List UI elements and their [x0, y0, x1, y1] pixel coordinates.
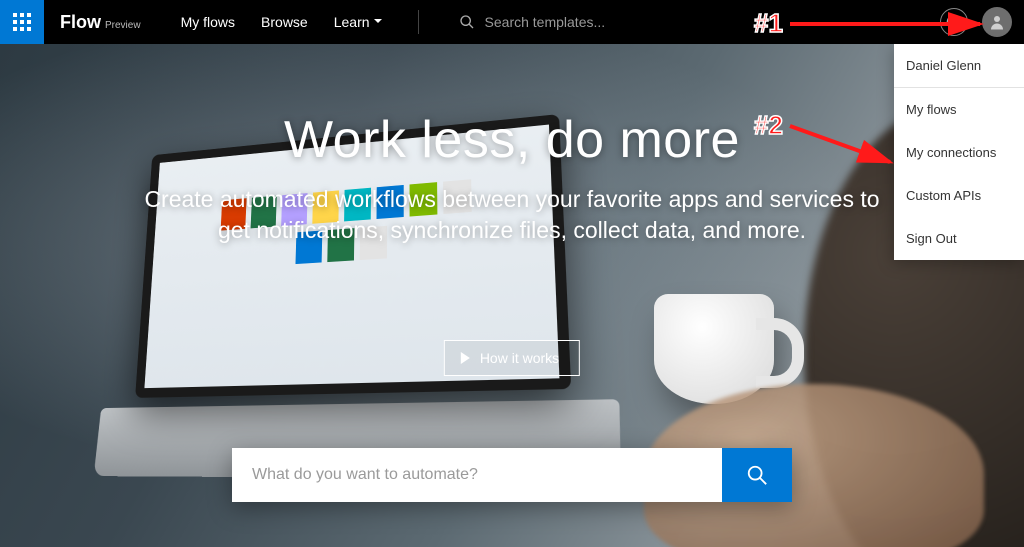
user-avatar-button[interactable]: [982, 7, 1012, 37]
template-search-placeholder: Search templates...: [485, 14, 606, 30]
nav-browse[interactable]: Browse: [261, 14, 308, 30]
search-icon: [459, 14, 475, 30]
hero-title: Work less, do more: [0, 110, 1024, 170]
smiley-icon: [946, 14, 962, 30]
brand-name: Flow: [60, 12, 101, 33]
user-menu-name[interactable]: Daniel Glenn: [894, 44, 1024, 87]
waffle-icon: [13, 13, 31, 31]
user-menu-my-flows[interactable]: My flows: [894, 88, 1024, 131]
nav-my-flows[interactable]: My flows: [181, 14, 235, 30]
automate-input[interactable]: [232, 448, 722, 502]
automate-search-button[interactable]: [722, 448, 792, 502]
hero-text: Work less, do more Create automated work…: [0, 110, 1024, 246]
brand[interactable]: Flow Preview: [60, 12, 141, 33]
user-menu-custom-apis[interactable]: Custom APIs: [894, 174, 1024, 217]
search-icon: [746, 464, 768, 486]
user-menu-dropdown: Daniel Glenn My flows My connections Cus…: [894, 44, 1024, 260]
how-it-works-label: How it works: [480, 350, 559, 366]
hero-section: Work less, do more Create automated work…: [0, 44, 1024, 547]
hero-subtitle: Create automated workflows between your …: [0, 184, 1024, 246]
template-search[interactable]: Search templates...: [459, 14, 606, 30]
feedback-button[interactable]: [940, 8, 968, 36]
play-icon: [461, 352, 470, 364]
automate-search: [232, 448, 792, 502]
how-it-works-button[interactable]: How it works: [444, 340, 580, 376]
user-menu-sign-out[interactable]: Sign Out: [894, 217, 1024, 260]
top-bar-right: [940, 7, 1024, 37]
primary-nav: My flows Browse Learn Search templates..…: [181, 0, 606, 44]
brand-tag: Preview: [105, 20, 141, 31]
nav-learn[interactable]: Learn: [334, 14, 382, 30]
app-launcher-button[interactable]: [0, 0, 44, 44]
person-icon: [988, 13, 1006, 31]
nav-separator: [418, 10, 419, 34]
top-bar: Flow Preview My flows Browse Learn Searc…: [0, 0, 1024, 44]
hero-mug-illustration: [654, 294, 774, 404]
user-menu-my-connections[interactable]: My connections: [894, 131, 1024, 174]
